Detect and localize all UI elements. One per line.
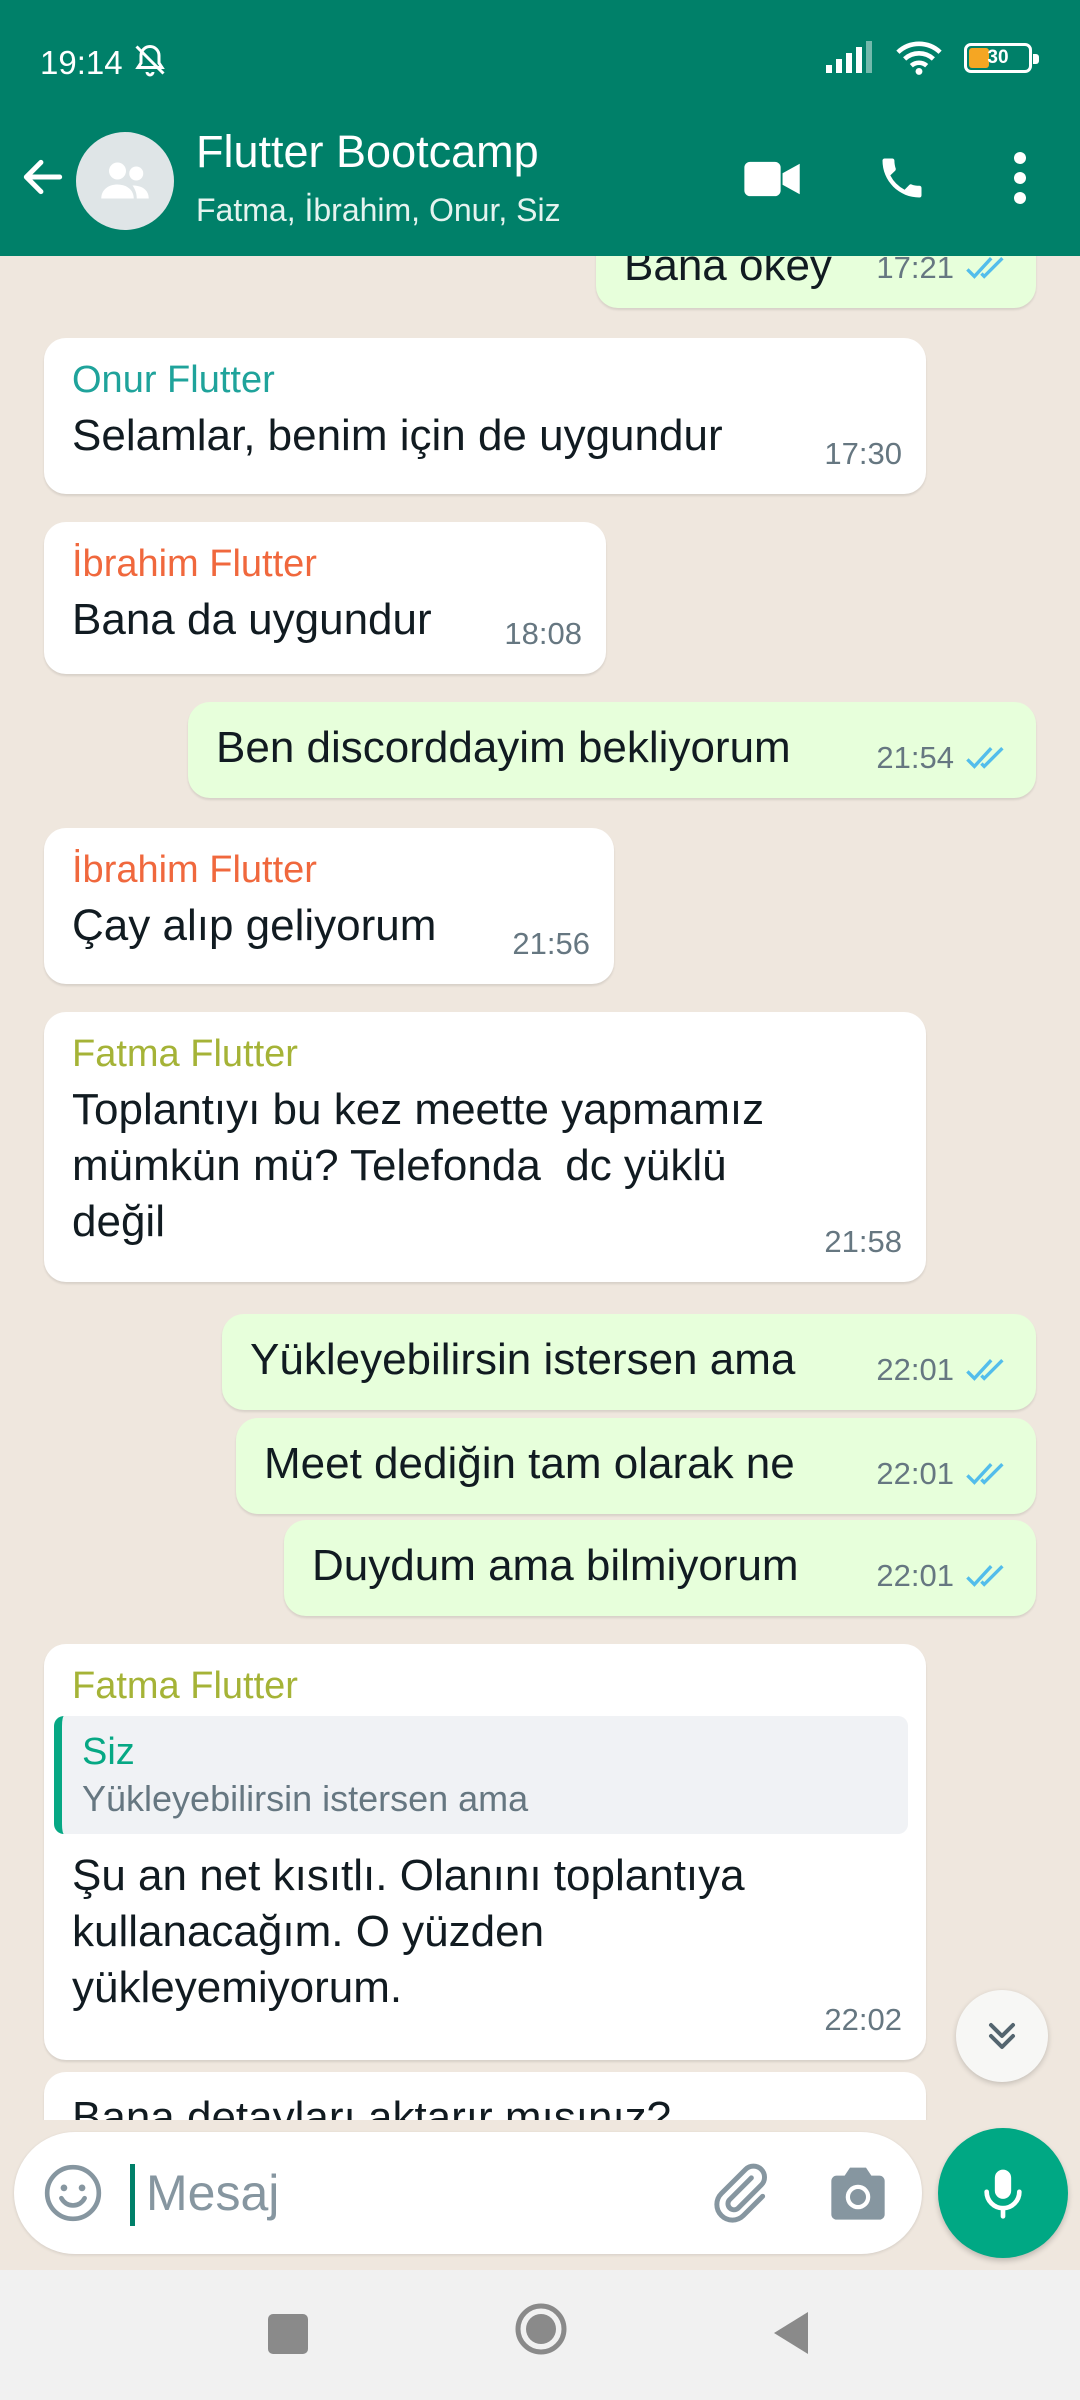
scroll-to-bottom-button[interactable] — [956, 1990, 1048, 2082]
battery-level: 30 — [987, 47, 1009, 68]
message-text: Şu an net kısıtlı. Olanını toplantıya ku… — [72, 1851, 745, 2012]
message-input[interactable] — [146, 2154, 686, 2232]
recents-button[interactable] — [268, 2314, 308, 2354]
message-text: Bana detayları aktarır mısınız? — [72, 2093, 672, 2120]
message-meta: 21:56 — [512, 916, 590, 972]
message-incoming[interactable]: Bana detayları aktarır mısınız? — [44, 2072, 926, 2120]
quoted-text: Yükleyebilirsin istersen ama — [82, 1778, 529, 1819]
message-time: 22:01 — [876, 1558, 954, 1593]
bell-off-icon — [135, 44, 165, 77]
message-outgoing[interactable]: Duydum ama bilmiyorum 22:01 — [284, 1520, 1036, 1616]
message-meta: 17:21 — [876, 256, 1010, 296]
message-incoming[interactable]: İbrahim Flutter Çay alıp geliyorum 21:56 — [44, 828, 614, 984]
message-text: Selamlar, benim için de uygundur — [72, 411, 723, 460]
battery-icon: 30 — [964, 43, 1039, 73]
message-time: 22:02 — [824, 2002, 902, 2037]
message-meta: 22:01 — [876, 1446, 1010, 1502]
back-button[interactable] — [768, 2308, 812, 2358]
quoted-sender: Siz — [82, 1731, 135, 1773]
message-time: 17:30 — [824, 436, 902, 471]
group-avatar-icon — [101, 162, 149, 199]
double-check-icon — [966, 747, 1004, 769]
message-time: 17:21 — [876, 256, 954, 285]
sender-name: Fatma Flutter — [72, 1665, 298, 1707]
message-time: 22:01 — [876, 1456, 954, 1491]
status-icons: 30 — [824, 40, 1039, 76]
more-vert-icon[interactable] — [1000, 150, 1040, 206]
chat-title[interactable]: Flutter Bootcamp — [196, 126, 539, 178]
message-list[interactable]: Bana okey 17:21 Onur Flutter Selamlar, b… — [0, 256, 1080, 2120]
double-check-icon — [966, 1359, 1004, 1381]
message-meta: 18:08 — [504, 606, 582, 662]
message-meta: 22:02 — [824, 1992, 902, 2048]
message-meta: 22:01 — [876, 1342, 1010, 1398]
message-text: Çay alıp geliyorum — [72, 901, 437, 950]
message-meta: 21:54 — [876, 730, 1010, 786]
chat-participants[interactable]: Fatma, İbrahim, Onur, Siz — [196, 192, 561, 229]
group-avatar[interactable] — [76, 132, 174, 230]
message-time: 21:56 — [512, 926, 590, 961]
message-meta: 17:30 — [824, 426, 902, 482]
camera-icon[interactable] — [826, 2162, 890, 2224]
message-incoming[interactable]: Fatma Flutter Siz Yükleyebilirsin isters… — [44, 1644, 926, 2060]
message-time: 22:01 — [876, 1352, 954, 1387]
sender-name: İbrahim Flutter — [72, 849, 317, 891]
wifi-icon — [896, 41, 942, 75]
phone-icon[interactable] — [876, 152, 928, 204]
message-text: Bana da uygundur — [72, 595, 432, 644]
message-text: Toplantıyı bu kez meette yapmamız mümkün… — [72, 1085, 765, 1246]
chevron-double-down-icon — [988, 2022, 1016, 2050]
double-check-icon — [966, 257, 1004, 279]
message-composer — [14, 2132, 922, 2254]
message-outgoing[interactable]: Bana okey 17:21 — [596, 256, 1036, 308]
app-header: 19:14 30 Flutter Bootcamp Fatma, İbrahim… — [0, 0, 1080, 256]
double-check-icon — [966, 1463, 1004, 1485]
text-caret — [130, 2164, 135, 2226]
sender-name: İbrahim Flutter — [72, 543, 317, 585]
emoji-icon[interactable] — [42, 2162, 104, 2224]
mic-icon — [984, 2169, 1022, 2219]
home-button[interactable] — [514, 2302, 568, 2356]
message-meta: 21:58 — [824, 1214, 902, 1270]
double-check-icon — [966, 1565, 1004, 1587]
message-time: 18:08 — [504, 616, 582, 651]
message-time: 21:58 — [824, 1224, 902, 1259]
video-call-icon[interactable] — [744, 158, 802, 200]
system-nav-bar — [0, 2270, 1080, 2400]
status-time: 19:14 — [40, 44, 123, 81]
back-arrow-icon[interactable] — [18, 152, 68, 202]
sender-name: Onur Flutter — [72, 359, 275, 401]
quoted-message[interactable]: Siz Yükleyebilirsin istersen ama — [54, 1716, 908, 1834]
message-incoming[interactable]: Onur Flutter Selamlar, benim için de uyg… — [44, 338, 926, 494]
message-incoming[interactable]: Fatma Flutter Toplantıyı bu kez meette y… — [44, 1012, 926, 1282]
message-outgoing[interactable]: Yükleyebilirsin istersen ama 22:01 — [222, 1314, 1036, 1410]
message-time: 21:54 — [876, 740, 954, 775]
message-incoming[interactable]: İbrahim Flutter Bana da uygundur 18:08 — [44, 522, 606, 674]
attach-icon[interactable] — [706, 2160, 772, 2226]
voice-record-button[interactable] — [938, 2128, 1068, 2258]
message-meta: 22:01 — [876, 1548, 1010, 1604]
message-outgoing[interactable]: Ben discorddayim bekliyorum 21:54 — [188, 702, 1036, 798]
signal-icon — [826, 41, 872, 73]
sender-name: Fatma Flutter — [72, 1033, 298, 1075]
message-outgoing[interactable]: Meet dediğin tam olarak ne 22:01 — [236, 1418, 1036, 1514]
